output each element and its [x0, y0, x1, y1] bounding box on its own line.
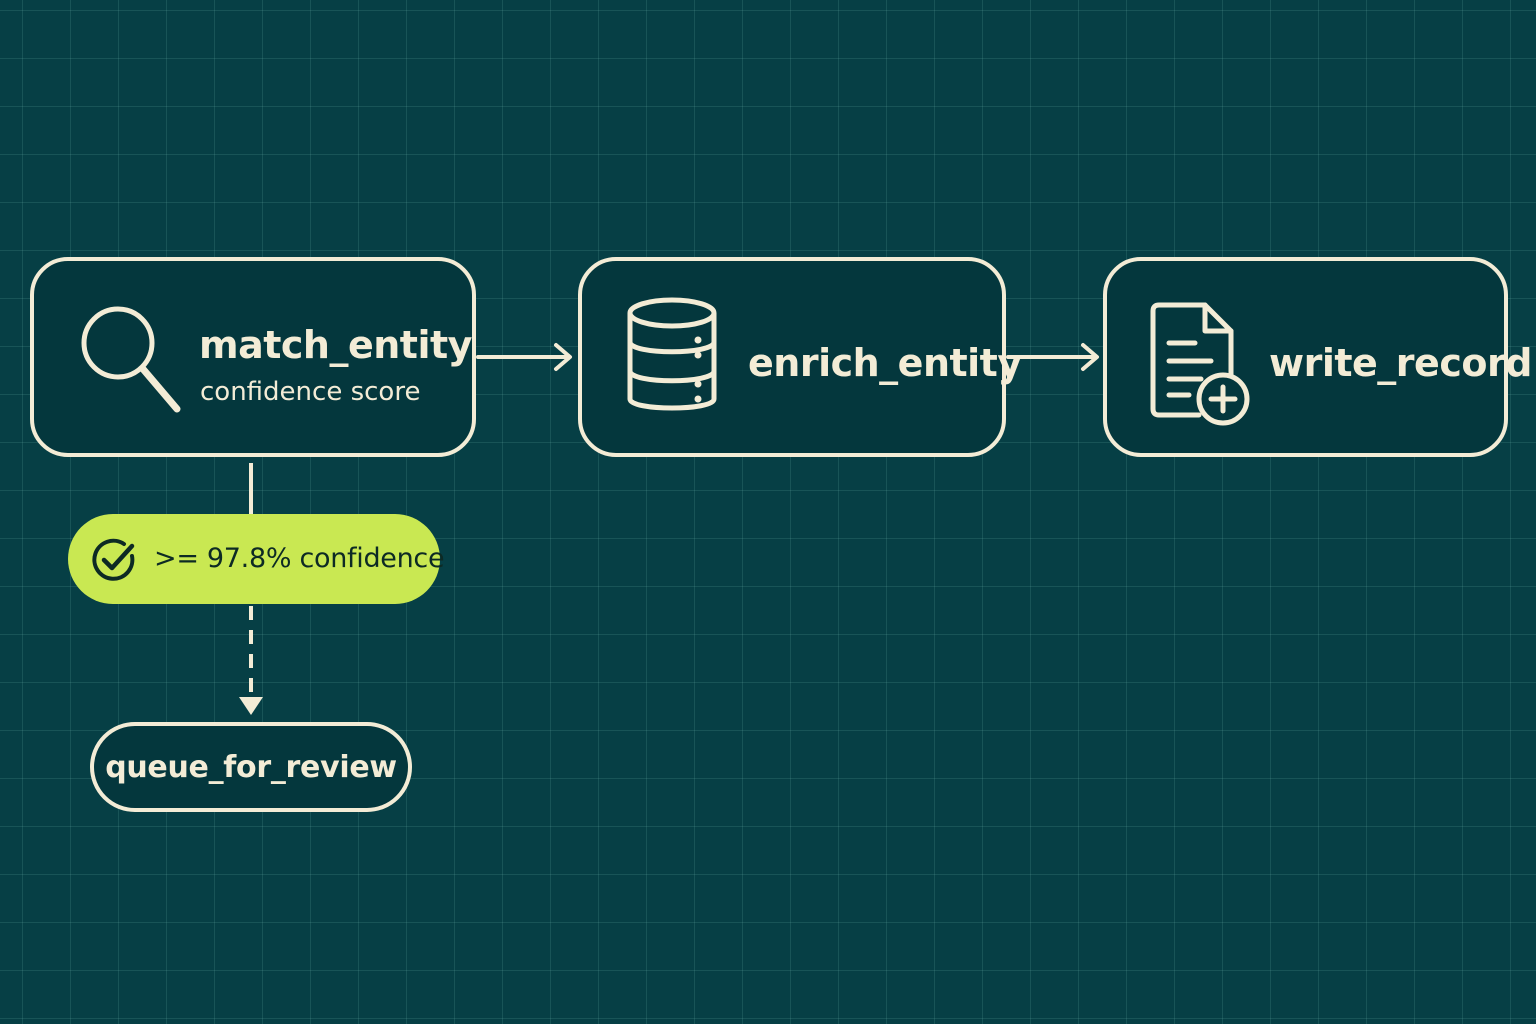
node-subtitle: confidence score — [200, 377, 421, 407]
review-label: queue_for_review — [105, 750, 397, 785]
condition-label: >= 97.8% confidence — [154, 543, 445, 574]
node-write-record[interactable]: write_record — [1103, 257, 1532, 457]
edge-match-to-enrich — [476, 343, 572, 371]
search-icon — [76, 301, 186, 421]
check-circle-icon — [90, 536, 138, 588]
node-title: match_entity — [199, 323, 472, 367]
node-title: enrich_entity — [748, 341, 1022, 385]
edge-condition-to-review — [239, 606, 263, 715]
node-title: write_record — [1269, 341, 1532, 385]
condition-badge[interactable]: >= 97.8% confidence — [68, 514, 445, 604]
node-queue-for-review[interactable]: queue_for_review — [90, 722, 412, 812]
node-match-entity[interactable]: match_entity confidence score — [30, 257, 476, 457]
document-add-icon — [1149, 301, 1253, 429]
node-enrich-entity[interactable]: enrich_entity — [578, 257, 1022, 457]
connector-layer — [239, 343, 1099, 715]
database-icon — [624, 295, 720, 421]
